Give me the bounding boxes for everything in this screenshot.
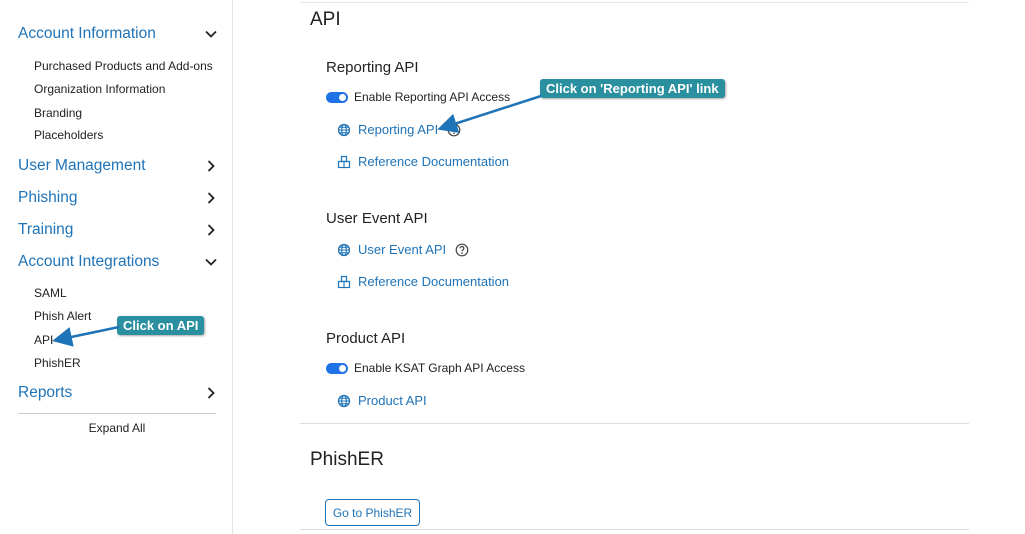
user-event-docs-link-row: Reference Documentation	[337, 274, 509, 289]
section-training[interactable]: Training	[18, 217, 218, 243]
product-api-heading: Product API	[326, 330, 406, 347]
chevron-down-icon	[204, 27, 218, 41]
sidebar-item-phish-alert[interactable]: Phish Alert	[34, 309, 91, 323]
sidebar-item-saml[interactable]: SAML	[34, 286, 67, 300]
user-event-api-link[interactable]: User Event API	[358, 242, 446, 257]
reporting-docs-link-row: Reference Documentation	[337, 154, 509, 169]
section-divider	[300, 423, 969, 424]
reporting-api-link[interactable]: Reporting API	[358, 122, 438, 137]
chevron-right-icon	[204, 159, 218, 173]
user-event-api-link-row: User Event API	[337, 242, 469, 257]
chevron-right-icon	[204, 223, 218, 237]
section-label: Reports	[18, 384, 73, 401]
user-event-reference-documentation-link[interactable]: Reference Documentation	[358, 274, 509, 289]
chevron-right-icon	[204, 386, 218, 400]
page-title: API	[310, 9, 341, 30]
help-icon[interactable]	[447, 123, 461, 137]
section-phishing[interactable]: Phishing	[18, 185, 218, 211]
section-account-information[interactable]: Account Information	[18, 21, 218, 47]
expand-all-link[interactable]: Expand All	[18, 421, 216, 435]
section-label: Training	[18, 221, 74, 238]
globe-icon	[337, 394, 351, 408]
reporting-api-link-row: Reporting API	[337, 122, 461, 137]
phisher-heading: PhishER	[310, 449, 384, 470]
api-callout: Click on API	[117, 316, 205, 335]
globe-icon	[337, 243, 351, 257]
product-api-toggle-row: Enable KSAT Graph API Access	[326, 361, 525, 375]
section-user-management[interactable]: User Management	[18, 153, 218, 179]
reporting-reference-documentation-link[interactable]: Reference Documentation	[358, 154, 509, 169]
section-label: Phishing	[18, 189, 78, 206]
sidebar-item-organization-information[interactable]: Organization Information	[34, 82, 165, 96]
documentation-icon	[337, 155, 351, 169]
reporting-api-toggle-row: Enable Reporting API Access	[326, 90, 510, 104]
settings-sidebar: Account Information Purchased Products a…	[0, 0, 233, 534]
reporting-api-heading: Reporting API	[326, 59, 419, 76]
reporting-api-toggle[interactable]	[326, 91, 348, 103]
product-api-link-row: Product API	[337, 393, 427, 408]
user-event-api-heading: User Event API	[326, 210, 428, 227]
globe-icon	[337, 123, 351, 137]
help-icon[interactable]	[455, 243, 469, 257]
section-reports[interactable]: Reports	[18, 380, 218, 406]
product-api-link[interactable]: Product API	[358, 393, 427, 408]
sidebar-item-api[interactable]: API	[34, 333, 53, 347]
section-label: Account Integrations	[18, 253, 160, 270]
chevron-down-icon	[204, 255, 218, 269]
toggle-label: Enable Reporting API Access	[354, 90, 511, 104]
top-divider	[300, 2, 969, 3]
toggle-label: Enable KSAT Graph API Access	[354, 361, 525, 375]
section-account-integrations[interactable]: Account Integrations	[18, 249, 218, 275]
sidebar-divider	[18, 413, 216, 414]
sidebar-item-branding[interactable]: Branding	[34, 106, 82, 120]
sidebar-item-phisher[interactable]: PhishER	[34, 356, 81, 370]
documentation-icon	[337, 275, 351, 289]
bottom-divider	[300, 529, 969, 530]
chevron-right-icon	[204, 191, 218, 205]
reporting-api-callout: Click on 'Reporting API' link	[540, 79, 725, 98]
section-label: User Management	[18, 157, 146, 174]
ksat-graph-api-toggle[interactable]	[326, 362, 348, 374]
go-to-phisher-button[interactable]: Go to PhishER	[325, 499, 420, 526]
sidebar-item-purchased-products[interactable]: Purchased Products and Add-ons	[34, 59, 213, 73]
section-label: Account Information	[18, 25, 156, 42]
sidebar-item-placeholders[interactable]: Placeholders	[34, 128, 103, 142]
